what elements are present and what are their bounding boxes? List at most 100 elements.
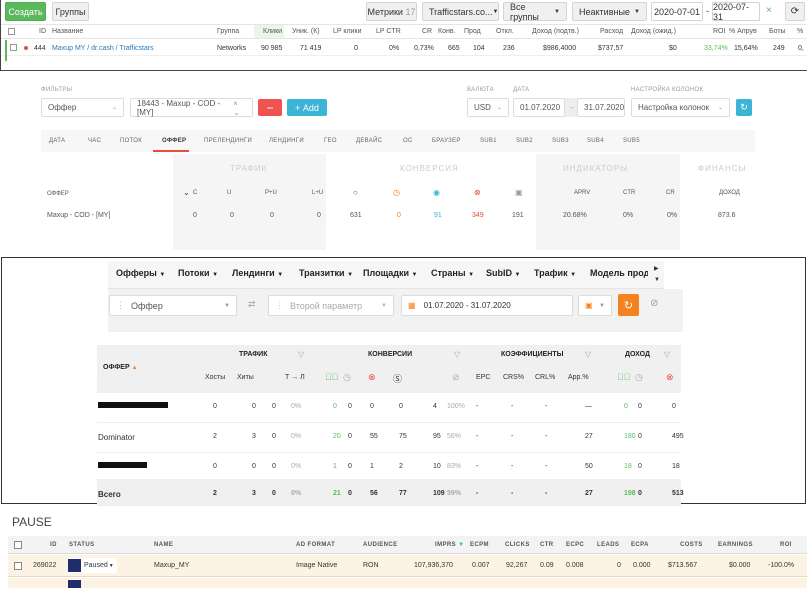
- clock-icon[interactable]: ◷: [393, 188, 400, 197]
- tab-offer[interactable]: ОФФЕР: [162, 138, 186, 144]
- dollar-circle-icon[interactable]: Ⓢ: [393, 372, 402, 385]
- tab-prelandings[interactable]: ПРЕЛЕНДИНГИ: [204, 138, 252, 144]
- header-expense[interactable]: Расход: [600, 28, 623, 35]
- groups-button[interactable]: Группы: [52, 2, 89, 21]
- check-circle-icon[interactable]: ✓⃝: [617, 372, 631, 382]
- all-groups-select[interactable]: Все группы ▼: [503, 2, 567, 22]
- column-pu[interactable]: P+U: [265, 190, 277, 196]
- tab-browser[interactable]: БРАУЗЕР: [432, 138, 461, 144]
- header-ecpa[interactable]: ECPA: [631, 542, 649, 548]
- header-lp-clicks[interactable]: LP клики: [333, 28, 362, 35]
- sub-crs[interactable]: CRS%: [503, 374, 524, 381]
- nav-countries[interactable]: Страны ▼: [431, 268, 474, 278]
- row-name-link[interactable]: Maxup MY / dr.cash / Trafficstars: [52, 45, 154, 52]
- clear-icon[interactable]: × ⌄: [233, 99, 246, 117]
- row-offer[interactable]: Maxup - COD - [MY]: [47, 212, 110, 219]
- table-row[interactable]: [8, 578, 807, 588]
- columns-select[interactable]: Настройка колонок ⌄: [631, 98, 730, 117]
- column-u[interactable]: U: [227, 190, 231, 196]
- nav-transits[interactable]: Транзитки ▼: [299, 268, 353, 278]
- trash-icon[interactable]: ▣: [515, 188, 523, 197]
- date-to-input[interactable]: 31.07.2020: [577, 98, 625, 117]
- filter-icon[interactable]: ▽: [298, 350, 304, 359]
- header-ecpm[interactable]: ECPM: [470, 542, 489, 548]
- export-select[interactable]: ▣ ▼: [578, 295, 612, 316]
- header-imprs[interactable]: IMPRS ▼: [435, 542, 464, 548]
- header-roi[interactable]: ROI: [780, 542, 792, 548]
- header-approve[interactable]: % Апрув: [729, 28, 757, 35]
- header-lp-ctr[interactable]: LP CTR: [376, 28, 401, 35]
- column-ctr[interactable]: CTR: [623, 190, 635, 196]
- sub-epc[interactable]: EPC: [476, 374, 490, 381]
- total-row[interactable]: [97, 480, 681, 506]
- filter-icon[interactable]: ▽: [585, 350, 591, 359]
- tab-sub1[interactable]: SUB1: [480, 138, 497, 144]
- column-offer[interactable]: ОФФЕР: [47, 191, 69, 197]
- offer-select[interactable]: Оффер ⌄: [41, 98, 124, 117]
- header-income-conf[interactable]: Доход (подтв.): [532, 28, 579, 35]
- header-income-exp[interactable]: Доход (ожид.): [631, 28, 676, 35]
- clear-date-icon[interactable]: ×: [766, 5, 772, 16]
- row-offer-name[interactable]: Dominator: [98, 433, 135, 442]
- column-offer[interactable]: ОФФЕР ▲: [103, 364, 138, 371]
- header-pct[interactable]: %: [797, 28, 803, 35]
- filter-icon[interactable]: ▽: [664, 350, 670, 359]
- sub-crl[interactable]: CRL%: [535, 374, 555, 381]
- header-clicks[interactable]: Клики: [263, 28, 282, 35]
- select-all-checkbox[interactable]: [8, 28, 15, 35]
- tab-sub3[interactable]: SUB3: [552, 138, 569, 144]
- campaign-select[interactable]: 18443 - Maxup - COD - [MY] × ⌄: [130, 98, 253, 117]
- tab-stream[interactable]: ПОТОК: [120, 138, 142, 144]
- sort-desc-icon[interactable]: ⌄: [183, 188, 190, 197]
- tab-device[interactable]: ДЕВАЙС: [356, 138, 382, 144]
- sub-hits[interactable]: Хиты: [237, 374, 254, 381]
- status-badge[interactable]: Paused ▼: [68, 558, 117, 573]
- header-ecpc[interactable]: ECPC: [566, 542, 584, 548]
- row-offer-name[interactable]: Всего: [98, 490, 121, 499]
- header-conv[interactable]: Конв.: [438, 28, 456, 35]
- tab-sub5[interactable]: SUB5: [623, 138, 640, 144]
- nav-subid[interactable]: SubID ▼: [486, 268, 520, 278]
- header-roi[interactable]: ROI: [713, 28, 725, 35]
- nav-scroll-right-icon[interactable]: ▶: [654, 265, 659, 272]
- block-icon[interactable]: ⊘: [452, 372, 460, 383]
- header-costs[interactable]: COSTS: [680, 542, 703, 548]
- clock-icon[interactable]: ◷: [343, 372, 351, 383]
- first-param-select[interactable]: ⋮ Оффер ▼: [109, 295, 237, 316]
- date-from-input[interactable]: 2020-07-01: [651, 2, 703, 21]
- refresh-button[interactable]: ↻: [736, 99, 752, 116]
- column-aprv[interactable]: APRV: [574, 190, 590, 196]
- nav-offers[interactable]: Офферы ▼: [116, 268, 165, 278]
- sub-app[interactable]: App.%: [568, 374, 589, 381]
- cancel-circle-icon[interactable]: ⊗: [666, 372, 674, 383]
- remove-filter-button[interactable]: −: [258, 99, 282, 116]
- row-checkbox[interactable]: [14, 562, 22, 570]
- filter-icon[interactable]: ▽: [454, 350, 460, 359]
- circle-icon[interactable]: ○: [353, 188, 358, 197]
- clock-icon[interactable]: ◷: [635, 372, 643, 383]
- row-name[interactable]: Maxup_MY: [154, 562, 189, 569]
- header-earnings[interactable]: EARNINGS: [718, 542, 753, 548]
- header-status[interactable]: STATUS: [69, 542, 95, 548]
- table-row[interactable]: [97, 393, 681, 423]
- header-ctr[interactable]: CTR: [540, 542, 554, 548]
- date-to-input[interactable]: 2020-07-31: [712, 2, 760, 22]
- second-param-select[interactable]: ⋮ Второй параметр ▼: [268, 295, 394, 316]
- cancel-icon[interactable]: ⊗: [474, 188, 481, 197]
- header-cr[interactable]: CR: [422, 28, 432, 35]
- header-id[interactable]: ID: [50, 542, 57, 548]
- nav-sales-model[interactable]: Модель продаж: [590, 261, 648, 289]
- reset-icon[interactable]: ⊘: [650, 298, 658, 309]
- header-leads[interactable]: LEADS: [597, 542, 619, 548]
- date-range-input[interactable]: ▦ 01.07.2020 - 31.07.2020: [401, 295, 573, 316]
- nav-scroll-down-icon[interactable]: ▼: [654, 277, 660, 283]
- nav-streams[interactable]: Потоки ▼: [178, 268, 218, 278]
- swap-icon[interactable]: ⇄: [248, 299, 256, 310]
- metrics-button[interactable]: Метрики 17: [366, 2, 417, 21]
- tab-hour[interactable]: ЧАС: [88, 138, 101, 144]
- nav-platforms[interactable]: Площадки ▼: [363, 268, 418, 278]
- row-checkbox[interactable]: [10, 44, 17, 51]
- tab-sub4[interactable]: SUB4: [587, 138, 604, 144]
- check-circle-icon[interactable]: ✓⃝: [325, 372, 339, 382]
- header-ad-format[interactable]: AD FORMAT: [296, 542, 335, 548]
